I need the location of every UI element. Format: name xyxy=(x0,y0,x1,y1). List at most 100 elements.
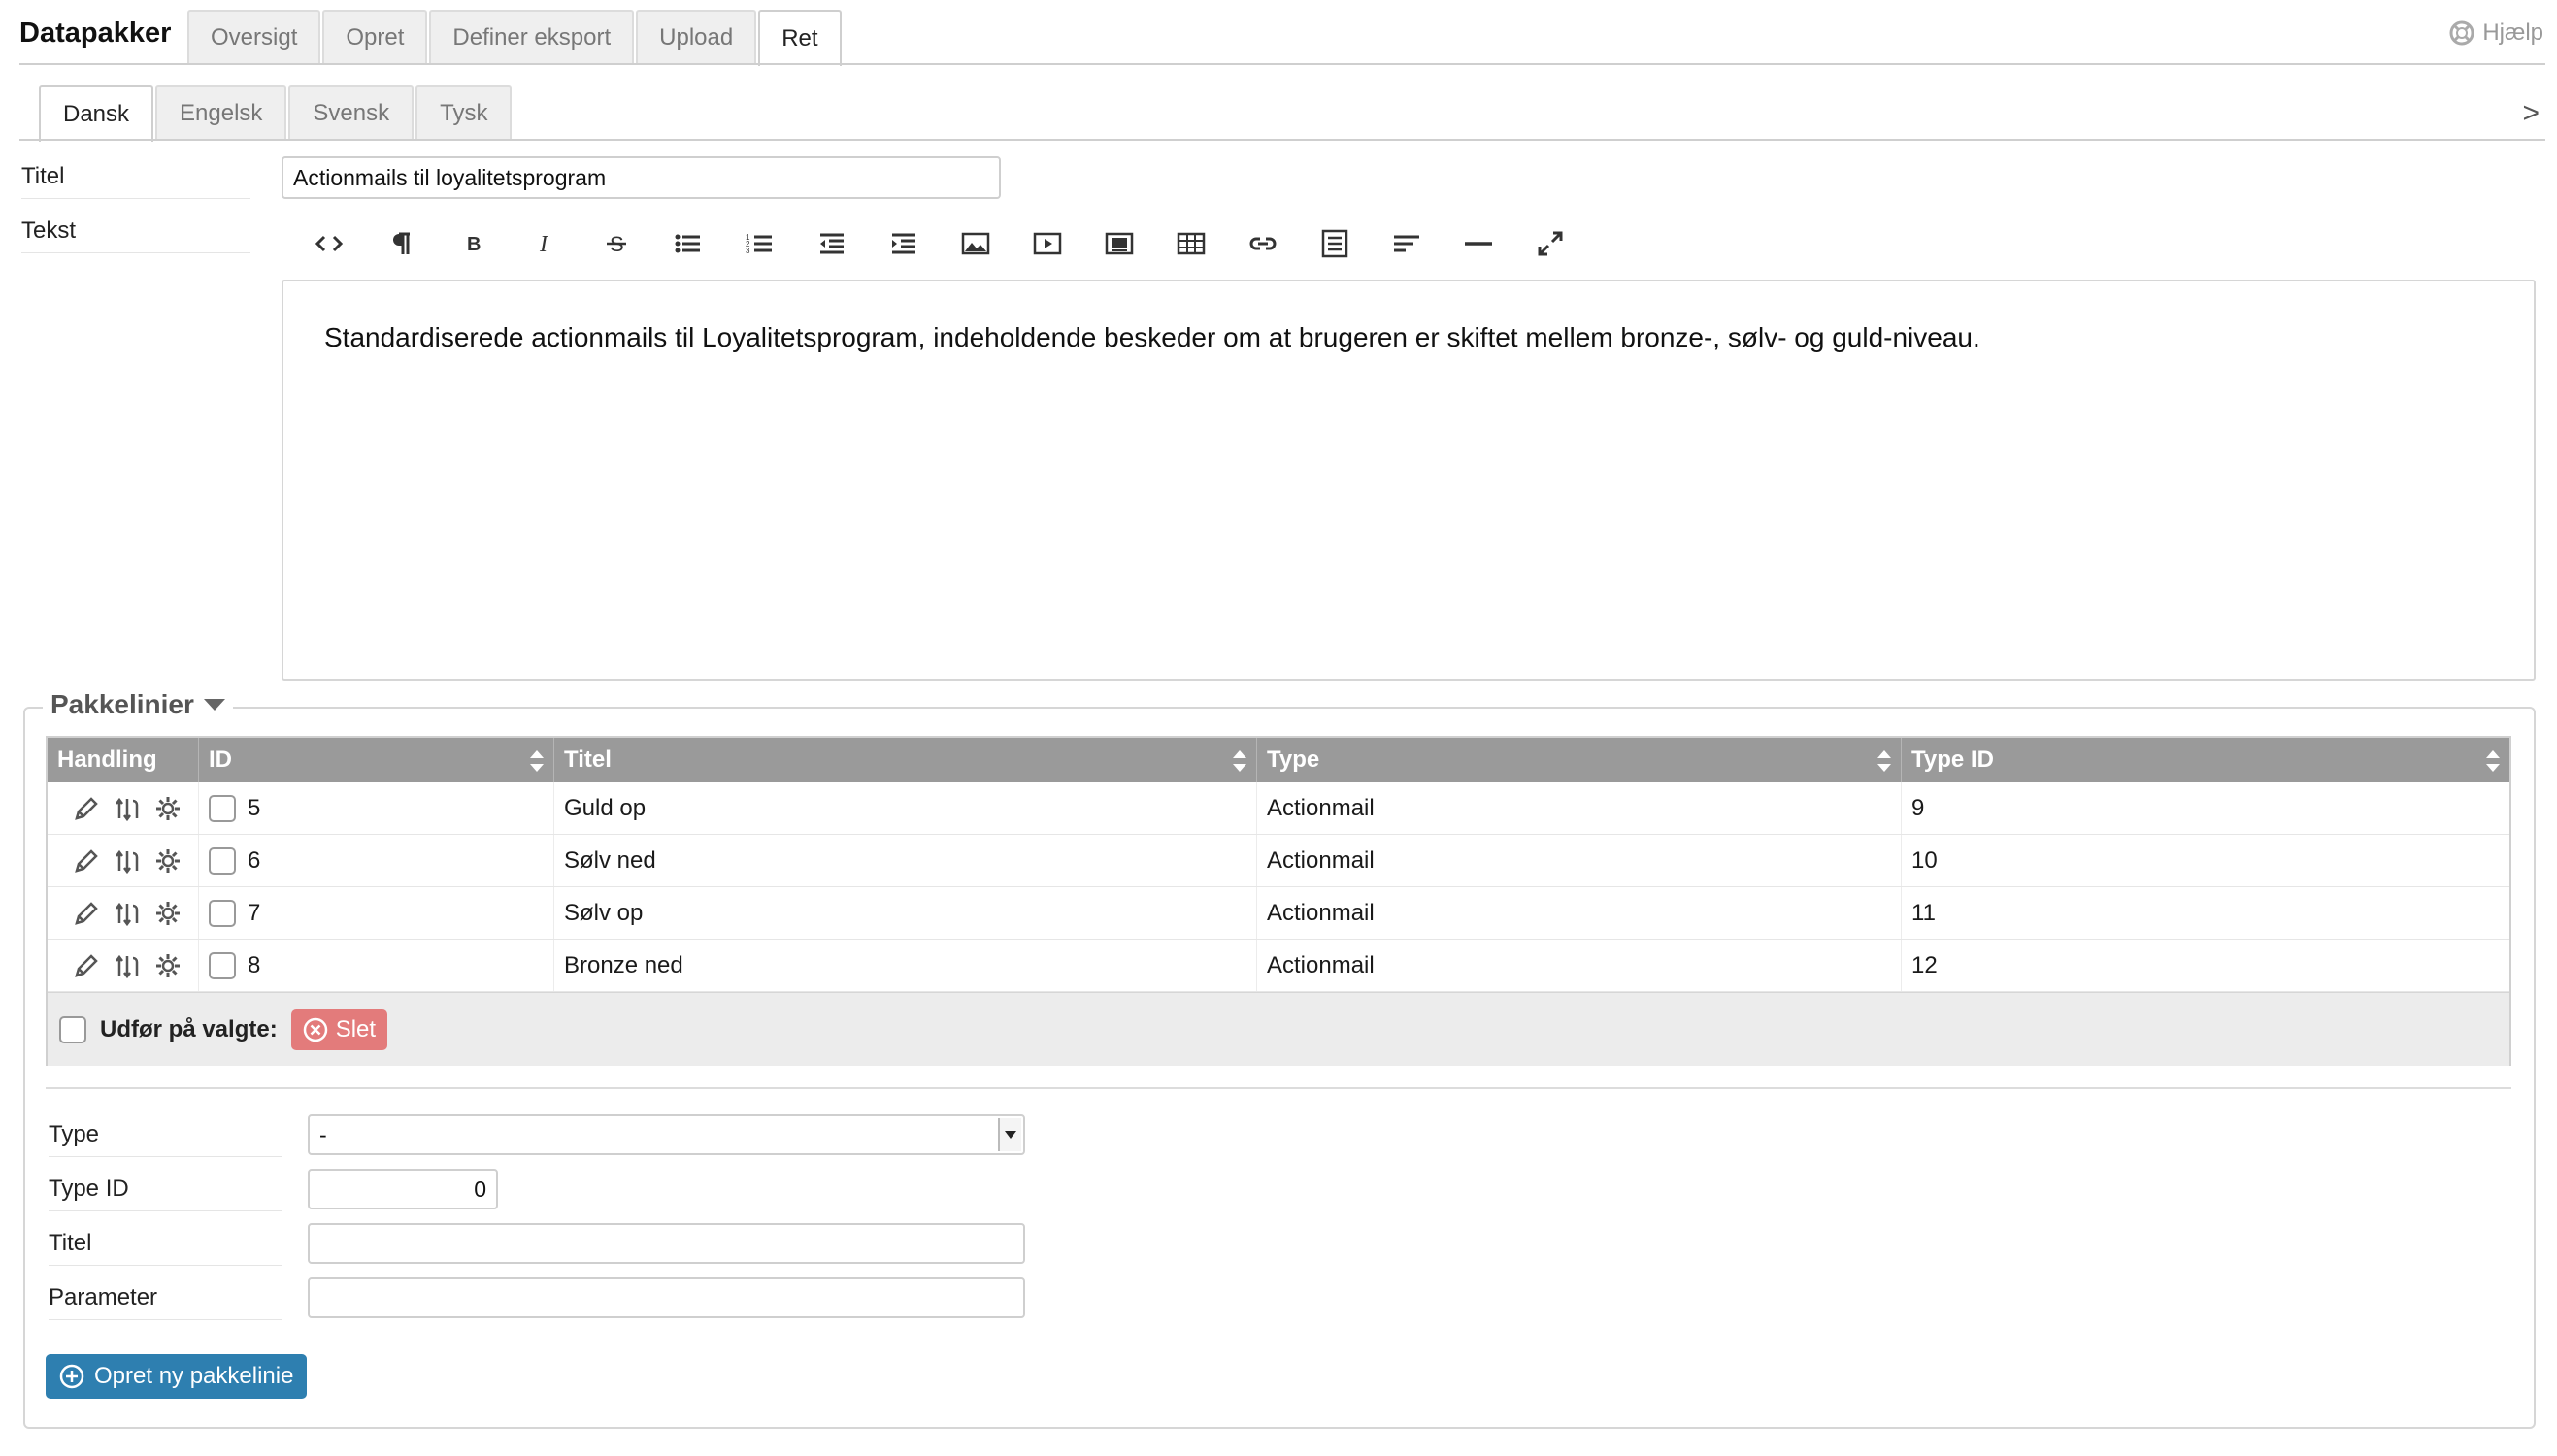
tab-engelsk[interactable]: Engelsk xyxy=(155,85,287,140)
packagelines-legend[interactable]: Pakkelinier xyxy=(43,689,233,720)
gear-icon[interactable] xyxy=(152,898,183,929)
row-id-value: 6 xyxy=(248,846,261,874)
reorder-icon[interactable] xyxy=(112,898,143,929)
align-left-button[interactable] xyxy=(1371,219,1443,268)
sort-icon xyxy=(2486,750,2500,772)
row-checkbox[interactable] xyxy=(209,794,236,822)
image-button[interactable] xyxy=(940,219,1012,268)
row-checkbox[interactable] xyxy=(209,951,236,979)
language-tabs: Dansk Engelsk Svensk Tysk xyxy=(39,85,514,142)
col-titel-label: Titel xyxy=(564,746,612,773)
ordered-list-button[interactable]: 123 xyxy=(724,219,796,268)
tab-svensk[interactable]: Svensk xyxy=(288,85,415,140)
outdent-button[interactable] xyxy=(796,219,868,268)
title-input[interactable]: Actionmails til loyalitetsprogram xyxy=(282,156,1001,199)
create-label: Opret ny pakkelinie xyxy=(94,1363,294,1389)
fullscreen-button[interactable] xyxy=(1514,219,1586,268)
link-button[interactable] xyxy=(1227,219,1299,268)
next-arrow[interactable]: > xyxy=(2522,97,2540,130)
pencil-icon[interactable] xyxy=(71,898,102,929)
col-type[interactable]: Type xyxy=(1257,738,1902,782)
row-checkbox[interactable] xyxy=(209,899,236,927)
tab-dansk[interactable]: Dansk xyxy=(39,85,154,142)
language-divider xyxy=(19,139,2545,141)
code-icon xyxy=(315,235,344,252)
app-title: Datapakker xyxy=(19,17,172,49)
caret-down-icon xyxy=(203,699,225,711)
tab-upload[interactable]: Upload xyxy=(636,10,757,64)
row-actions xyxy=(48,782,199,834)
pencil-icon[interactable] xyxy=(71,950,102,981)
strikethrough-button[interactable]: S xyxy=(581,219,652,268)
row-id-value: 5 xyxy=(248,794,261,821)
top-tabs: Oversigt Opret Definer eksport Upload Re… xyxy=(187,10,844,66)
tab-definer-eksport[interactable]: Definer eksport xyxy=(429,10,635,64)
reorder-icon[interactable] xyxy=(112,950,143,981)
table-button[interactable] xyxy=(1155,219,1227,268)
col-id[interactable]: ID xyxy=(199,738,554,782)
pencil-icon[interactable] xyxy=(71,845,102,877)
bold-button[interactable]: B xyxy=(437,219,509,268)
select-all-checkbox[interactable] xyxy=(59,1015,86,1043)
row-title: Bronze ned xyxy=(554,940,1257,991)
row-id-value: 8 xyxy=(248,951,261,978)
align-icon xyxy=(1321,229,1348,258)
gear-icon[interactable] xyxy=(152,793,183,824)
delete-label: Slet xyxy=(335,1015,377,1042)
rich-text-editor[interactable]: Standardiserede actionmails til Loyalite… xyxy=(282,280,2536,681)
row-checkbox[interactable] xyxy=(209,846,236,875)
video-button[interactable] xyxy=(1012,219,1083,268)
table-icon xyxy=(1177,232,1206,255)
row-actions xyxy=(48,887,199,939)
bold-icon: B xyxy=(467,234,481,255)
parameter-input[interactable] xyxy=(308,1277,1025,1318)
chevron-down-icon xyxy=(998,1118,1021,1151)
tab-tysk[interactable]: Tysk xyxy=(415,85,513,140)
row-actions xyxy=(48,940,199,991)
file-icon xyxy=(1105,232,1134,255)
code-button[interactable] xyxy=(293,219,365,268)
row-actions xyxy=(48,835,199,886)
help-link[interactable]: Hjælp xyxy=(2449,19,2543,47)
sort-icon xyxy=(1233,750,1246,772)
gear-icon[interactable] xyxy=(152,845,183,877)
type-select-value: - xyxy=(319,1121,327,1147)
svg-text:I: I xyxy=(539,232,548,257)
row-type-id: 10 xyxy=(1911,846,1938,874)
top-divider xyxy=(19,63,2545,65)
align-button[interactable] xyxy=(1299,219,1371,268)
bulk-label: Udfør på valgte: xyxy=(100,1015,278,1042)
tab-ret[interactable]: Ret xyxy=(758,10,842,66)
gear-icon[interactable] xyxy=(152,950,183,981)
horizontal-rule-icon xyxy=(1465,242,1492,246)
reorder-icon[interactable] xyxy=(112,845,143,877)
tab-opret[interactable]: Opret xyxy=(322,10,428,64)
type-select[interactable]: - xyxy=(308,1114,1025,1155)
pencil-icon[interactable] xyxy=(71,793,102,824)
paragraph-button[interactable] xyxy=(365,219,437,268)
parameter-label: Parameter xyxy=(49,1284,282,1320)
tab-oversigt[interactable]: Oversigt xyxy=(187,10,321,64)
help-label: Hjælp xyxy=(2482,19,2543,46)
horizontal-rule-button[interactable] xyxy=(1443,219,1514,268)
unordered-list-button[interactable] xyxy=(652,219,724,268)
reorder-icon[interactable] xyxy=(112,793,143,824)
create-packageline-button[interactable]: Opret ny pakkelinie xyxy=(46,1354,308,1399)
type-id-input[interactable]: 0 xyxy=(308,1169,498,1209)
col-id-label: ID xyxy=(209,746,232,773)
new-title-input[interactable] xyxy=(308,1223,1025,1264)
type-label: Type xyxy=(49,1121,282,1157)
new-title-label: Titel xyxy=(49,1230,282,1266)
table-row: 6 Sølv ned Actionmail 10 xyxy=(48,835,2509,887)
row-id: 7 xyxy=(199,887,554,939)
italic-button[interactable]: I xyxy=(509,219,581,268)
indent-button[interactable] xyxy=(868,219,940,268)
delete-button[interactable]: Slet xyxy=(290,1009,388,1050)
svg-text:3: 3 xyxy=(746,247,750,255)
row-type-id: 11 xyxy=(1911,899,1936,926)
col-titel[interactable]: Titel xyxy=(554,738,1257,782)
table-header: Handling ID Titel Type Type ID xyxy=(48,738,2509,782)
row-type-id: 12 xyxy=(1911,951,1938,978)
file-button[interactable] xyxy=(1083,219,1155,268)
col-type-id[interactable]: Type ID xyxy=(1902,738,2509,782)
